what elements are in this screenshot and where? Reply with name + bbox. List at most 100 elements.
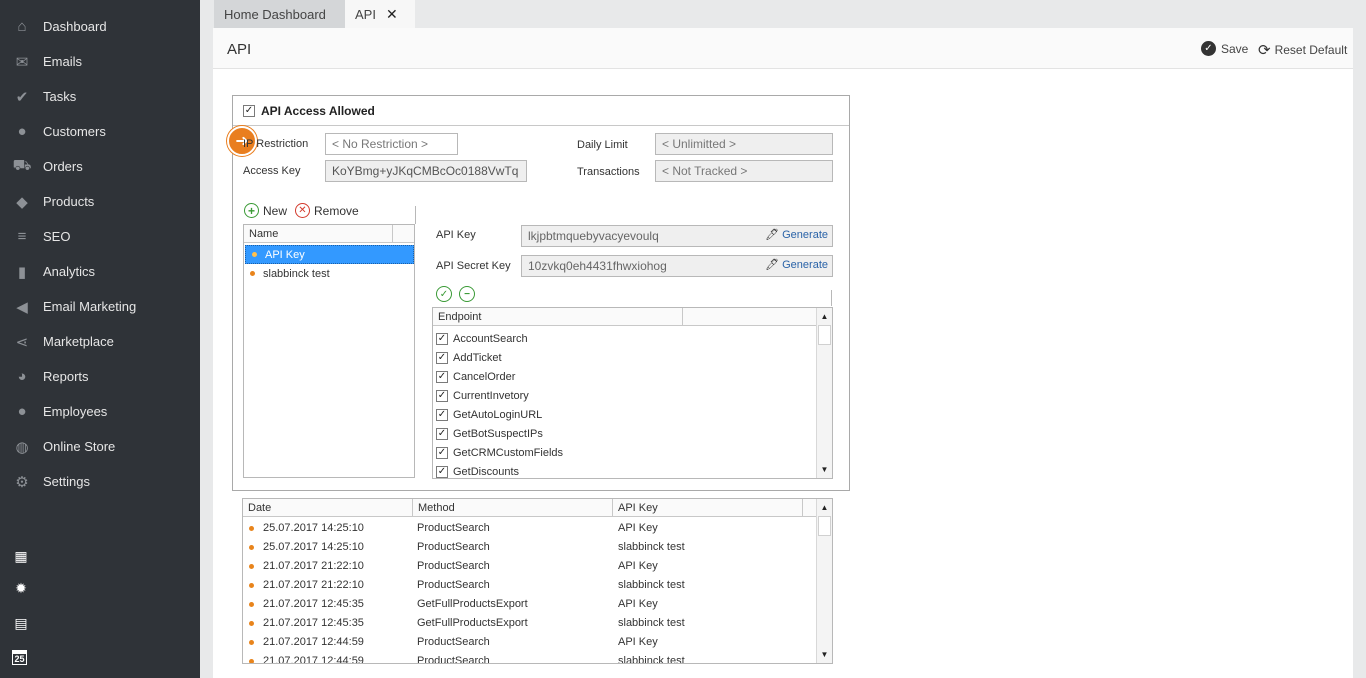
log-date-cell: 21.07.2017 12:44:59 bbox=[263, 636, 364, 648]
save-button[interactable]: ✓ Save bbox=[1201, 41, 1248, 56]
table-row[interactable]: 21.07.2017 12:45:35 GetFullProductsExport… bbox=[243, 595, 815, 614]
api-key-field[interactable]: lkjpbtmquebyvacyevoulq 🖊 Generate bbox=[521, 225, 833, 247]
generate-api-key-button[interactable]: 🖊 Generate bbox=[765, 228, 828, 242]
daily-limit-field[interactable]: < Unlimitted > bbox=[655, 133, 833, 155]
list-item[interactable]: API Key bbox=[245, 245, 414, 264]
ip-restriction-field[interactable]: < No Restriction > bbox=[325, 133, 458, 155]
calendar-icon[interactable]: 25 bbox=[12, 650, 27, 665]
table-row[interactable]: 21.07.2017 12:44:59 ProductSearch slabbinc… bbox=[243, 652, 815, 663]
megaphone-icon: ◀ bbox=[16, 298, 28, 316]
log-date-cell: 21.07.2017 21:22:10 bbox=[263, 560, 364, 572]
list-item[interactable]: slabbinck test bbox=[244, 264, 414, 283]
log-date-cell: 25.07.2017 14:25:10 bbox=[263, 522, 364, 534]
table-row[interactable]: ✓ GetDiscounts bbox=[433, 462, 519, 478]
api-secret-field[interactable]: 10zvkq0eh4431fhwxiohog 🖊 Generate bbox=[521, 255, 833, 277]
sidebar-item-settings[interactable]: ⚙ Settings bbox=[0, 464, 200, 499]
table-row[interactable]: ✓ GetBotSuspectIPs bbox=[433, 424, 543, 443]
log-scrollbar[interactable]: ▲ ▼ bbox=[816, 499, 832, 663]
calculator-icon[interactable]: ▤ bbox=[12, 614, 30, 632]
table-row[interactable]: 25.07.2017 14:25:10 ProductSearch slabbinc… bbox=[243, 538, 815, 557]
sidebar-item-online-store[interactable]: ◍ Online Store bbox=[0, 429, 200, 464]
table-row[interactable]: 21.07.2017 12:45:35 GetFullProductsExport… bbox=[243, 614, 815, 633]
table-row[interactable]: ✓ AddTicket bbox=[433, 348, 502, 367]
scroll-up-icon[interactable]: ▲ bbox=[817, 309, 832, 324]
method-column-header[interactable]: Method bbox=[413, 499, 613, 517]
sidebar-item-customers[interactable]: ● Customers bbox=[0, 114, 200, 149]
endpoints-grid[interactable]: Endpoint ▲ ▼ ✓ AccountSearch ✓ AddTicket ✓ Ca… bbox=[432, 307, 833, 479]
envelope-icon: ✉ bbox=[15, 53, 29, 71]
endpoint-checkbox[interactable]: ✓ bbox=[436, 351, 448, 364]
scroll-up-icon[interactable]: ▲ bbox=[817, 500, 832, 515]
table-row[interactable]: ✓ GetCRMCustomFields bbox=[433, 443, 563, 462]
table-row[interactable]: 21.07.2017 21:22:10 ProductSearch API Key bbox=[243, 557, 815, 576]
endpoint-checkbox[interactable]: ✓ bbox=[436, 465, 448, 478]
magic-wand-icon: 🖊 bbox=[765, 259, 780, 271]
endpoints-scrollbar[interactable]: ▲ ▼ bbox=[816, 308, 832, 478]
api-log-grid[interactable]: Date Method API Key 25.07.2017 14:25:10 P… bbox=[242, 498, 833, 664]
table-row[interactable]: 21.07.2017 21:22:10 ProductSearch slabbinc… bbox=[243, 576, 815, 595]
table-row[interactable]: ✓ AccountSearch bbox=[433, 329, 528, 348]
endpoint-checkbox[interactable]: ✓ bbox=[436, 446, 448, 459]
endpoint-name: AddTicket bbox=[453, 351, 502, 364]
table-row[interactable]: 21.07.2017 12:44:59 ProductSearch API Key bbox=[243, 633, 815, 652]
access-key-field[interactable]: KoYBmg+yJKqCMBcOc0188VwTq bbox=[325, 160, 527, 182]
tab-api-label: API bbox=[355, 6, 376, 22]
endpoint-column-header[interactable]: Endpoint bbox=[433, 308, 683, 326]
plus-circle-icon: + bbox=[244, 203, 259, 218]
endpoint-checkbox[interactable]: ✓ bbox=[436, 332, 448, 345]
table-row[interactable]: ✓ CurrentInvetory bbox=[433, 386, 529, 405]
sidebar-item-products[interactable]: ◆ Products bbox=[0, 184, 200, 219]
transactions-field[interactable]: < Not Tracked > bbox=[655, 160, 833, 182]
table-row[interactable]: 25.07.2017 14:25:10 ProductSearch API Key bbox=[243, 519, 815, 538]
reset-default-button[interactable]: ⟳ Reset Default bbox=[1258, 41, 1347, 59]
gear-icon: ⚙ bbox=[15, 473, 29, 491]
uncheck-all-icon[interactable]: − bbox=[459, 286, 475, 302]
scroll-down-icon[interactable]: ▼ bbox=[817, 462, 832, 477]
key-name: API Key bbox=[265, 248, 305, 261]
endpoint-checkbox[interactable]: ✓ bbox=[436, 408, 448, 421]
sidebar-item-label: SEO bbox=[43, 229, 71, 244]
tab-home-dashboard[interactable]: Home Dashboard bbox=[214, 0, 345, 28]
sidebar-item-analytics[interactable]: ▮ Analytics bbox=[0, 254, 200, 289]
key-name: slabbinck test bbox=[263, 267, 330, 280]
check-all-icon[interactable]: ✓ bbox=[436, 286, 452, 302]
name-column-header[interactable]: Name bbox=[244, 225, 393, 243]
generate-secret-button[interactable]: 🖊 Generate bbox=[765, 258, 828, 272]
users-icon: ● bbox=[17, 403, 27, 420]
layout-icon[interactable]: ▦ bbox=[12, 547, 30, 565]
log-method-cell: GetFullProductsExport bbox=[417, 617, 528, 629]
remove-key-button[interactable]: ✕ Remove bbox=[295, 203, 359, 218]
api-key-list[interactable]: Name API Key slabbinck test bbox=[243, 224, 415, 478]
api-access-checkbox[interactable]: ✓ bbox=[243, 104, 255, 117]
sidebar: ⌂ Dashboard ✉ Emails ✔ Tasks ● Customers ⛟ Orders… bbox=[0, 0, 200, 678]
sidebar-item-marketplace[interactable]: ⋖ Marketplace bbox=[0, 324, 200, 359]
api-secret-value: 10zvkq0eh4431fhwxiohog bbox=[528, 259, 667, 273]
sidebar-item-dashboard[interactable]: ⌂ Dashboard bbox=[0, 9, 200, 44]
sidebar-item-tasks[interactable]: ✔ Tasks bbox=[0, 79, 200, 114]
scroll-down-icon[interactable]: ▼ bbox=[817, 647, 832, 662]
sidebar-item-employees[interactable]: ● Employees bbox=[0, 394, 200, 429]
lightbulb-icon[interactable]: ✹ bbox=[12, 579, 30, 597]
new-key-button[interactable]: + New bbox=[244, 203, 287, 218]
sidebar-item-seo[interactable]: ≡ SEO bbox=[0, 219, 200, 254]
api-key-column-header[interactable]: API Key bbox=[613, 499, 803, 517]
reset-label: Reset Default bbox=[1274, 43, 1348, 57]
log-method-cell: ProductSearch bbox=[417, 522, 490, 534]
close-icon[interactable]: ✕ bbox=[386, 6, 398, 23]
table-row[interactable]: ✓ GetAutoLoginURL bbox=[433, 405, 542, 424]
endpoint-checkbox[interactable]: ✓ bbox=[436, 370, 448, 383]
scroll-thumb[interactable] bbox=[818, 325, 831, 345]
cart-icon: ⛟ bbox=[12, 157, 32, 174]
endpoint-checkbox[interactable]: ✓ bbox=[436, 389, 448, 402]
refresh-icon: ⟳ bbox=[1258, 42, 1271, 59]
endpoint-checkbox[interactable]: ✓ bbox=[436, 427, 448, 440]
sidebar-item-reports[interactable]: ◕ Reports bbox=[0, 359, 200, 394]
share-icon: ⋖ bbox=[15, 333, 29, 351]
scroll-thumb[interactable] bbox=[818, 516, 831, 536]
table-row[interactable]: ✓ CancelOrder bbox=[433, 367, 515, 386]
sidebar-item-email-marketing[interactable]: ◀ Email Marketing bbox=[0, 289, 200, 324]
tab-api[interactable]: API ✕ bbox=[345, 0, 415, 28]
date-column-header[interactable]: Date bbox=[243, 499, 413, 517]
sidebar-item-orders[interactable]: ⛟ Orders bbox=[0, 149, 200, 184]
sidebar-item-emails[interactable]: ✉ Emails bbox=[0, 44, 200, 79]
